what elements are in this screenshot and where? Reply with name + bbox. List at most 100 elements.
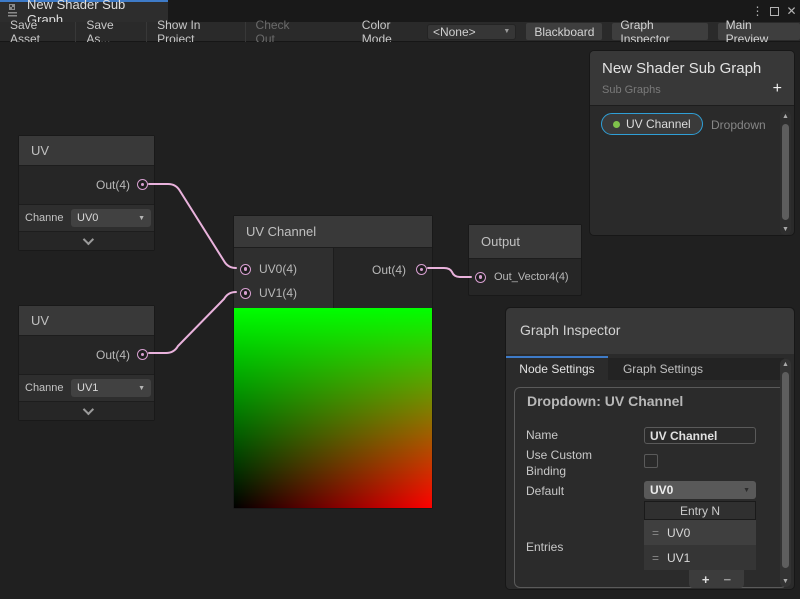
- entry-list-footer: + −: [689, 570, 744, 588]
- wire-uv0-to-uvchannel: [149, 184, 236, 268]
- blackboard-header: New Shader Sub Graph Sub Graphs +: [590, 51, 794, 106]
- port-label-out: Out(4): [96, 178, 130, 192]
- section-title: Dropdown: UV Channel: [527, 393, 683, 409]
- scroll-up-icon[interactable]: ▲: [780, 361, 791, 368]
- show-in-project-button[interactable]: Show In Project: [147, 22, 245, 42]
- main-preview-toggle-button[interactable]: Main Preview: [718, 23, 800, 40]
- blackboard-scrollbar[interactable]: ▲ ▼: [780, 111, 791, 235]
- shader-graph-window: New Shader Sub Graph ⋮ ✕ Save Asset Save…: [0, 0, 800, 599]
- default-label: Default: [526, 484, 564, 498]
- entry-value: UV0: [667, 526, 690, 540]
- node-title[interactable]: UV: [19, 306, 154, 336]
- add-property-button[interactable]: +: [773, 81, 782, 97]
- channel-value: UV0: [77, 212, 98, 224]
- chevron-down-icon: ▼: [138, 215, 145, 222]
- input-row-uv0: UV0(4): [240, 257, 297, 281]
- save-asset-button[interactable]: Save Asset: [0, 22, 76, 42]
- node-uv-top[interactable]: UV Out(4) Channe UV0 ▼: [18, 135, 155, 251]
- property-type-label: Dropdown: [711, 118, 766, 132]
- wire-uv1-to-uvchannel: [149, 292, 236, 353]
- graph-canvas[interactable]: UV Out(4) Channe UV0 ▼ UV Out(4) C: [0, 42, 800, 599]
- default-dropdown[interactable]: UV0 ▼: [644, 481, 756, 499]
- maximize-icon: [770, 7, 779, 16]
- port-label-out: Out(4): [372, 263, 406, 277]
- port-label-out: Out(4): [96, 348, 130, 362]
- port-label-uv0: UV0(4): [259, 262, 297, 276]
- uv-preview: [234, 308, 432, 508]
- channel-control-row: Channe UV1 ▼: [19, 374, 154, 401]
- entries-label: Entries: [526, 540, 563, 554]
- output-port[interactable]: [416, 264, 427, 275]
- graph-toolbar: Save Asset Save As... Show In Project Ch…: [0, 22, 800, 42]
- input-row-uv1: UV1(4): [240, 281, 297, 305]
- graph-inspector-toggle-button[interactable]: Graph Inspector: [612, 23, 707, 40]
- color-mode-dropdown[interactable]: <None> ▼: [427, 24, 516, 40]
- channel-label: Channe: [25, 382, 71, 394]
- inspector-title: Graph Inspector: [520, 322, 620, 338]
- input-port-uv0[interactable]: [240, 264, 251, 275]
- preview-collapse-button[interactable]: [19, 231, 154, 250]
- blackboard-title: New Shader Sub Graph: [602, 60, 761, 77]
- port-label-uv1: UV1(4): [259, 286, 297, 300]
- blackboard-toggle-button[interactable]: Blackboard: [526, 23, 602, 40]
- scrollbar-thumb[interactable]: [782, 372, 789, 568]
- name-field[interactable]: UV Channel: [644, 427, 756, 444]
- entry-value: UV1: [667, 551, 690, 565]
- entry-row-uv1[interactable]: = UV1: [644, 545, 756, 570]
- kebab-menu-icon: ⋮: [752, 4, 764, 18]
- uv-channel-ports: UV0(4) UV1(4) Out(4): [234, 248, 432, 308]
- channel-dropdown[interactable]: UV1 ▼: [71, 379, 151, 397]
- output-port[interactable]: [137, 349, 148, 360]
- tab-node-settings[interactable]: Node Settings: [506, 358, 608, 380]
- add-entry-button[interactable]: +: [702, 573, 710, 586]
- drag-handle-icon[interactable]: =: [652, 551, 659, 565]
- check-out-button: Check Out: [246, 22, 318, 42]
- remove-entry-button[interactable]: −: [724, 573, 732, 586]
- scroll-down-icon[interactable]: ▼: [780, 578, 791, 585]
- close-icon: ✕: [786, 4, 796, 18]
- scroll-up-icon[interactable]: ▲: [780, 113, 791, 120]
- tab-graph-settings[interactable]: Graph Settings: [608, 358, 718, 380]
- color-mode-value: <None>: [433, 25, 476, 39]
- inspector-header: Graph Inspector: [506, 308, 794, 354]
- port-label-out-vector4: Out_Vector4(4): [494, 271, 569, 283]
- channel-dropdown[interactable]: UV0 ▼: [71, 209, 151, 227]
- name-value: UV Channel: [650, 429, 717, 443]
- node-title[interactable]: UV: [19, 136, 154, 166]
- entry-row-uv0[interactable]: = UV0: [644, 520, 756, 545]
- output-port[interactable]: [137, 179, 148, 190]
- inspector-tabs: Node Settings Graph Settings: [506, 358, 784, 380]
- drag-handle-icon[interactable]: =: [652, 526, 659, 540]
- node-title[interactable]: UV Channel: [234, 216, 432, 248]
- node-uv-channel[interactable]: UV Channel UV0(4) UV1(4) Out(4): [233, 215, 433, 509]
- inspector-scrollbar[interactable]: ▲ ▼: [780, 359, 791, 587]
- chevron-down-icon: ▼: [138, 385, 145, 392]
- exposed-dot-icon: [613, 121, 620, 128]
- property-pill-uv-channel[interactable]: UV Channel: [601, 113, 703, 135]
- property-label: UV Channel: [626, 117, 691, 131]
- channel-label: Channe: [25, 212, 71, 224]
- input-port-out-vector4[interactable]: [475, 272, 486, 283]
- input-port-uv1[interactable]: [240, 288, 251, 299]
- chevron-down-icon: ▼: [503, 28, 510, 35]
- chevron-down-icon: [82, 404, 93, 415]
- node-title[interactable]: Output: [469, 225, 581, 259]
- graph-inspector-panel[interactable]: Graph Inspector Node Settings Graph Sett…: [505, 307, 795, 590]
- name-label: Name: [526, 428, 558, 442]
- blackboard-subtitle: Sub Graphs: [602, 84, 661, 96]
- uv-out-row: Out(4): [19, 166, 154, 204]
- use-custom-binding-checkbox[interactable]: [644, 454, 658, 468]
- preview-collapse-button[interactable]: [19, 401, 154, 420]
- use-custom-binding-label: Use Custom Binding: [526, 447, 618, 479]
- channel-control-row: Channe UV0 ▼: [19, 204, 154, 231]
- blackboard-panel[interactable]: New Shader Sub Graph Sub Graphs + UV Cha…: [589, 50, 795, 236]
- node-uv-bottom[interactable]: UV Out(4) Channe UV1 ▼: [18, 305, 155, 421]
- entry-list-header: Entry N: [644, 501, 756, 520]
- chevron-down-icon: [82, 234, 93, 245]
- scroll-down-icon[interactable]: ▼: [780, 226, 791, 233]
- node-output[interactable]: Output Out_Vector4(4): [468, 224, 582, 296]
- wire-uvchannel-to-output: [428, 268, 471, 277]
- output-in-row: Out_Vector4(4): [469, 259, 581, 295]
- save-as-button[interactable]: Save As...: [76, 22, 147, 42]
- scrollbar-thumb[interactable]: [782, 124, 789, 220]
